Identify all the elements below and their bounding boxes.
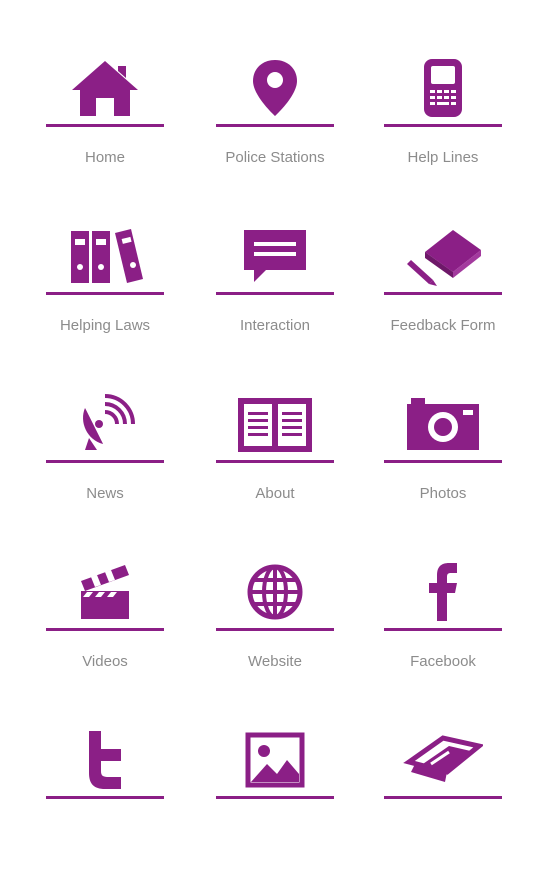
menu-item-label: Videos — [82, 653, 128, 670]
menu-item-label: About — [255, 485, 295, 502]
menu-item-about[interactable]: About — [190, 389, 360, 539]
divider — [216, 628, 334, 631]
open-book-icon — [235, 389, 315, 459]
divider — [384, 796, 502, 799]
menu-item-label: Feedback Form — [390, 317, 496, 334]
divider — [216, 796, 334, 799]
menu-item-police-stations[interactable]: Police Stations — [190, 53, 360, 203]
menu-item-label: Interaction — [239, 317, 311, 334]
divider — [384, 124, 502, 127]
divider — [46, 124, 164, 127]
menu-grid: Home Police Stations Help Lines Helping … — [0, 0, 533, 807]
globe-icon — [235, 557, 315, 627]
menu-item-facebook[interactable]: Facebook — [358, 557, 528, 707]
menu-item-website[interactable]: Website — [190, 557, 360, 707]
tickets-icon — [403, 725, 483, 795]
divider — [46, 628, 164, 631]
divider — [46, 460, 164, 463]
menu-item-label: News — [86, 485, 124, 502]
menu-item-news[interactable]: News — [20, 389, 190, 539]
divider — [216, 124, 334, 127]
menu-item-label: Website — [248, 653, 302, 670]
divider — [46, 796, 164, 799]
menu-item-helping-laws[interactable]: Helping Laws — [20, 221, 190, 371]
divider — [216, 460, 334, 463]
divider — [216, 292, 334, 295]
divider — [384, 460, 502, 463]
divider — [46, 292, 164, 295]
menu-item-label: Home — [84, 149, 125, 166]
menu-item-label: Helping Laws — [59, 317, 151, 334]
twitter-icon — [65, 725, 145, 795]
menu-item-gallery[interactable] — [190, 725, 360, 875]
menu-item-tickets[interactable] — [358, 725, 528, 875]
menu-item-label: Police Stations — [225, 149, 325, 166]
menu-item-videos[interactable]: Videos — [20, 557, 190, 707]
camera-icon — [403, 389, 483, 459]
divider — [384, 292, 502, 295]
clapperboard-icon — [65, 557, 145, 627]
book-pen-icon — [403, 221, 483, 291]
satellite-dish-icon — [65, 389, 145, 459]
menu-item-label: Facebook — [410, 653, 476, 670]
chat-bubble-icon — [235, 221, 315, 291]
phone-icon — [403, 53, 483, 123]
map-pin-icon — [235, 53, 315, 123]
image-icon — [235, 725, 315, 795]
menu-item-interaction[interactable]: Interaction — [190, 221, 360, 371]
menu-item-feedback-form[interactable]: Feedback Form — [358, 221, 528, 371]
binders-icon — [65, 221, 145, 291]
menu-item-home[interactable]: Home — [20, 53, 190, 203]
menu-item-label: Help Lines — [407, 149, 479, 166]
facebook-icon — [403, 557, 483, 627]
menu-item-help-lines[interactable]: Help Lines — [358, 53, 528, 203]
home-icon — [65, 53, 145, 123]
menu-item-photos[interactable]: Photos — [358, 389, 528, 539]
menu-item-twitter[interactable] — [20, 725, 190, 875]
menu-item-label: Photos — [419, 485, 467, 502]
divider — [384, 628, 502, 631]
